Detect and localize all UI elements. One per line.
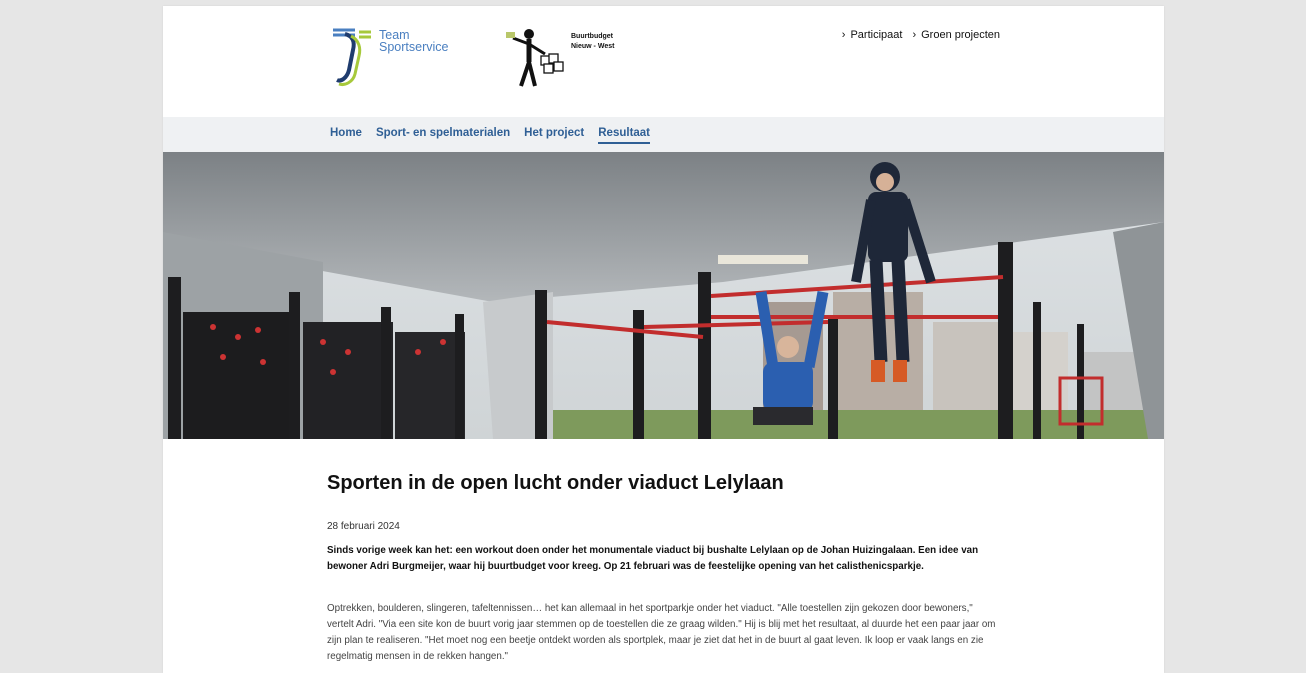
article-lead: Sinds vorige week kan het: een workout d…: [327, 545, 979, 572]
top-link-groen-projecten[interactable]: › Groen projecten: [912, 29, 1000, 41]
top-link-participaat[interactable]: › Participaat: [842, 29, 903, 41]
nav-item-sport-en-spelmaterialen[interactable]: Sport- en spelmaterialen: [376, 127, 510, 144]
team-sportservice-mark-icon: [333, 28, 371, 86]
chevron-right-icon: ›: [841, 29, 846, 41]
team-sportservice-logo[interactable]: Team Sportservice: [331, 26, 448, 88]
buurtbudget-logo-text: Buurtbudget Nieuw - West: [571, 32, 614, 52]
main-nav: Home Sport- en spelmaterialen Het projec…: [163, 117, 1164, 152]
hero-photo: [163, 152, 1164, 439]
top-link-groen-projecten-label: Groen projecten: [921, 29, 1000, 41]
nav-item-het-project[interactable]: Het project: [524, 127, 584, 144]
top-links: › Participaat › Groen projecten: [842, 29, 1000, 41]
chevron-right-icon: ›: [912, 29, 917, 41]
top-link-participaat-label: Participaat: [850, 29, 903, 41]
logo-team-line2: Sportservice: [379, 40, 449, 54]
team-sportservice-logo-text: Team Sportservice: [379, 29, 449, 54]
article-title: Sporten in de open lucht onder viaduct L…: [327, 472, 784, 494]
article-body: Optrekken, boulderen, slingeren, tafelte…: [327, 603, 996, 662]
logo-buurt-line1: Buurtbudget: [571, 33, 613, 40]
page: Team Sportservice Buurtbudget Nieuw - We…: [163, 6, 1164, 673]
nav-item-resultaat[interactable]: Resultaat: [598, 127, 651, 144]
nav-item-home[interactable]: Home: [330, 127, 362, 144]
buurtbudget-logo[interactable]: Buurtbudget Nieuw - West: [503, 26, 614, 90]
logo-buurt-line2: Nieuw - West: [571, 43, 615, 50]
person-juggling-icon: [506, 29, 564, 87]
article-date: 28 februari 2024: [327, 521, 400, 532]
site-header: Team Sportservice Buurtbudget Nieuw - We…: [163, 6, 1164, 117]
